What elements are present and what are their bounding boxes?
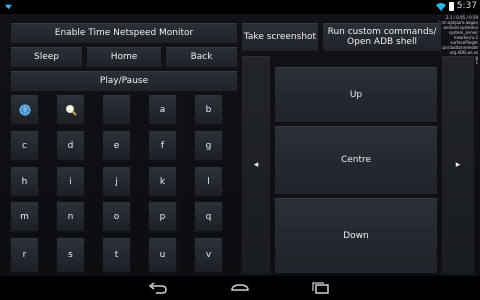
key-blank[interactable]	[102, 94, 131, 125]
nav-home-button[interactable]	[226, 280, 254, 296]
play-pause-button[interactable]: Play/Pause	[10, 70, 238, 92]
key-r[interactable]: r	[10, 237, 39, 273]
dpad-down-button[interactable]: Down	[274, 197, 438, 274]
home-icon	[231, 284, 249, 291]
nav-back-button[interactable]	[144, 280, 172, 296]
notification-icon	[4, 4, 13, 10]
key-m[interactable]: m	[10, 201, 39, 232]
key-t[interactable]: t	[102, 237, 131, 273]
status-bar: 5:37	[0, 0, 480, 14]
custom-commands-button[interactable]: Run custom commands/ Open ADB shell	[322, 22, 442, 52]
home-button[interactable]: Home	[86, 46, 162, 68]
key-a[interactable]: a	[148, 94, 177, 125]
key-e[interactable]: e	[102, 130, 131, 161]
key-i[interactable]: i	[56, 166, 85, 197]
key-o[interactable]: o	[102, 201, 131, 232]
key-p[interactable]: p	[148, 201, 177, 232]
status-time: 5:37	[456, 1, 477, 11]
wifi-icon	[436, 3, 446, 11]
key-globe[interactable]	[10, 94, 39, 125]
key-l[interactable]: l	[194, 166, 223, 197]
key-j[interactable]: j	[102, 166, 131, 197]
dpad-right-button[interactable]: ▸	[441, 55, 475, 275]
key-k[interactable]: k	[148, 166, 177, 197]
search-icon	[65, 104, 77, 116]
sleep-button[interactable]: Sleep	[10, 46, 83, 68]
device-screen: 5:37 2.1 / 0.95 / 0.59 com.apkpure.aegon…	[0, 0, 480, 300]
key-u[interactable]: u	[148, 237, 177, 273]
key-c[interactable]: c	[10, 130, 39, 161]
dpad-centre-button[interactable]: Centre	[274, 125, 438, 195]
key-d[interactable]: d	[56, 130, 85, 161]
battery-icon	[449, 2, 454, 11]
key-h[interactable]: h	[10, 166, 39, 197]
key-n[interactable]: n	[56, 201, 85, 232]
key-b[interactable]: b	[194, 94, 223, 125]
navigation-bar	[0, 276, 480, 300]
key-q[interactable]: q	[194, 201, 223, 232]
back-button[interactable]: Back	[165, 46, 238, 68]
globe-icon	[19, 104, 30, 115]
netspeed-monitor-button[interactable]: Enable Time Netspeed Monitor	[10, 22, 238, 44]
key-search[interactable]	[56, 94, 85, 125]
key-g[interactable]: g	[194, 130, 223, 161]
dpad-left-button[interactable]: ◂	[241, 55, 271, 275]
key-v[interactable]: v	[194, 237, 223, 273]
back-arrow-icon	[148, 282, 167, 294]
dpad-up-button[interactable]: Up	[274, 66, 438, 123]
nav-recents-button[interactable]	[306, 280, 334, 296]
key-s[interactable]: s	[56, 237, 85, 273]
recent-apps-icon	[312, 282, 329, 294]
key-f[interactable]: f	[148, 130, 177, 161]
take-screenshot-button[interactable]: Take screenshot	[241, 22, 319, 52]
